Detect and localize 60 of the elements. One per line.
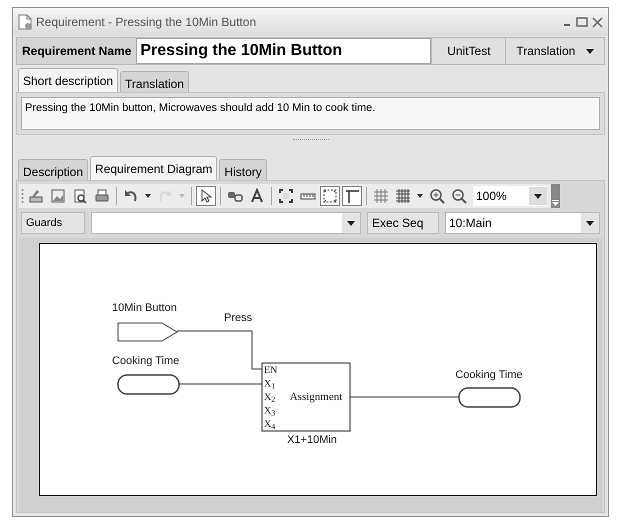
dropdown-arrow-icon[interactable] [534, 194, 542, 198]
text-icon [249, 188, 265, 204]
port-label: X$_{1}$ [264, 378, 276, 390]
dropdown-arrow-icon[interactable] [145, 194, 151, 198]
data-node [458, 387, 521, 408]
maximize-icon[interactable] [576, 17, 588, 27]
splitter-handle[interactable] [292, 139, 328, 141]
toolbar-button[interactable] [342, 186, 362, 206]
zoom-in-icon [429, 188, 445, 204]
field-label: Requirement Name [21, 43, 132, 60]
exec-seq-dropdown[interactable]: 10:Main [445, 212, 600, 234]
guards-button[interactable]: Guards [21, 212, 85, 234]
block-expression: X1+10Min [287, 434, 337, 446]
event-node [118, 322, 178, 342]
image-icon [50, 188, 66, 204]
select-frame-icon [322, 188, 338, 204]
tab[interactable]: Requirement Diagram [90, 156, 218, 180]
short-description-field[interactable]: Pressing the 10Min button, Microwaves should add 10 Min to cook time. [21, 97, 600, 130]
toolbar-button[interactable] [196, 186, 216, 206]
exec-seq-button[interactable]: Exec Seq [367, 212, 439, 234]
print-preview-icon [72, 188, 88, 204]
grid-icon [373, 188, 389, 204]
requirement-name-field[interactable]: Pressing the 10Min Button [136, 38, 432, 64]
tab[interactable]: Short description [18, 68, 118, 92]
toolbar-button[interactable] [276, 186, 296, 206]
port-label: X$_{4}$ [264, 419, 276, 431]
toolbar-button[interactable] [320, 186, 340, 206]
port-label: EN [264, 365, 278, 376]
node-label: Cooking Time [455, 369, 523, 381]
document-icon [18, 14, 32, 30]
toolbar-overflow-button[interactable] [551, 184, 560, 208]
edit-icon [28, 188, 44, 204]
header-button[interactable]: UnitTest [431, 38, 506, 64]
toolbar-button[interactable] [393, 186, 413, 206]
grip-icon[interactable] [21, 188, 24, 204]
fit-page-icon [278, 188, 294, 204]
dropdown-arrow-icon[interactable] [347, 220, 355, 226]
block-title: Assignment [290, 391, 342, 403]
dropdown-arrow-icon[interactable] [417, 194, 423, 198]
tab[interactable]: Description [18, 159, 88, 180]
overflow-arrow-icon [552, 200, 559, 206]
node-label: Cooking Time [112, 355, 180, 367]
crosshair-icon [344, 188, 360, 204]
undo-icon [123, 188, 139, 204]
printer-icon [94, 188, 110, 204]
zoom-out-icon [451, 188, 467, 204]
window-title: Requirement - Pressing the 10Min Button [36, 14, 256, 31]
node-label: 10Min Button [112, 302, 177, 314]
dropdown-arrow-icon[interactable] [586, 220, 594, 226]
port-label: X$_{2}$ [264, 392, 276, 404]
close-icon[interactable] [592, 16, 603, 28]
zoom-combo[interactable]: 100% [473, 186, 547, 206]
tab[interactable]: History [219, 159, 267, 180]
data-node [117, 374, 180, 395]
dropdown-arrow-icon[interactable] [586, 48, 594, 54]
split-button[interactable]: Translation [505, 38, 604, 64]
wire-label: Press [224, 312, 252, 324]
tab[interactable]: Translation [120, 71, 189, 92]
grid-icon [395, 188, 411, 204]
port-label: X$_{3}$ [264, 406, 276, 418]
